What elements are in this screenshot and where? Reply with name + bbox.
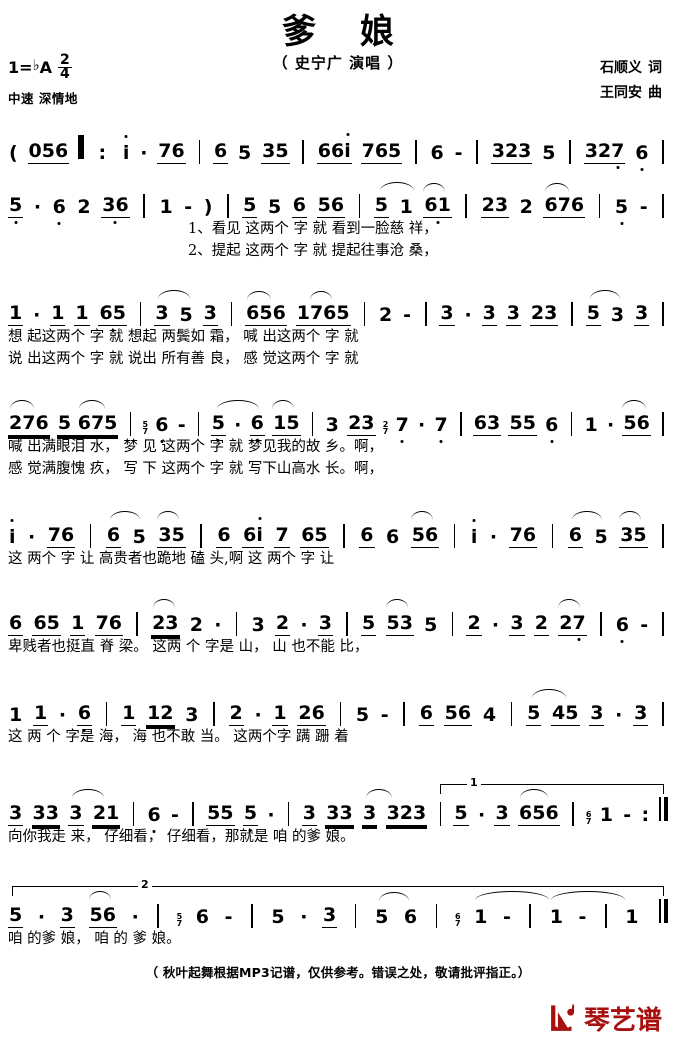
grace-mark-6-7-b: 67 (454, 912, 461, 929)
lyric-line: 感 觉满腹愧 疚， 写 下 这两个 字 就 写下山高水 长。啊， (8, 461, 383, 477)
volta-bracket-1: 1 (440, 776, 664, 794)
staff-2-notes: 5 · 62 36 1-) 5 5 6 56 5 1 61 23 2 676 5- (8, 174, 668, 218)
composer-credit: 王同安曲 (600, 81, 662, 106)
staff-2: 5 · 62 36 1-) 5 5 6 56 5 1 61 23 2 676 5- 1、… (0, 174, 676, 282)
lyric-line: 说 出这两个 字 就 说出 所有善 良， 感 觉这两个 字 就 (8, 351, 359, 367)
music-staves: ( 056 : i · 76 6 5 35 66i 765 6- 323 5 327 … (0, 120, 676, 976)
lyric-line: 2、提起 这两个 字 就 提起往事沧 桑， (188, 243, 438, 259)
staff-2-lyrics-verse-2: 2、提起 这两个 字 就 提起往事沧 桑， (8, 240, 668, 262)
brand-logo[interactable]: 琴艺谱 (546, 1000, 662, 1037)
time-signature: 2 4 (58, 53, 72, 83)
grace-mark-6-7: 67 (585, 810, 592, 827)
composer-role: 曲 (648, 84, 662, 101)
key-letter: A (39, 57, 53, 77)
brand-name: 琴艺谱 (583, 1006, 662, 1036)
lyricist-credit: 石顺义词 (600, 56, 662, 81)
staff-3-lyrics-verse-1: 想 起这两个 字 就 想起 两鬓如 霜， 喊 出这两个 字 就 (8, 326, 668, 348)
key-label: 1= (8, 57, 33, 77)
volta-number: 2 (138, 878, 152, 891)
lyric-line: 卑贱者也挺直 脊 梁。 这两 个 字是 山， 山 也不能 比， (8, 639, 369, 655)
lyric-line: 这 两个 字 让 高贵者也跪地 磕 头,啊 这 两个 字 让 (8, 551, 335, 567)
repeat-start-icon (78, 135, 87, 164)
grace-mark-5-7-b: 57 (176, 912, 183, 929)
lyric-line: 喊 出满眼泪 水， 梦 见 这两个 字 就 梦见我的故 乡。啊， (8, 439, 383, 455)
staff-3: 1 · 1 1 65 3 53 656 1765 2- 3 · 3 3 23 5 33 想 … (0, 282, 676, 392)
qinyipu-mark-icon (551, 1004, 575, 1031)
lyric-line: 咱 的爹 娘， 咱 的 爹 娘。 (8, 931, 181, 947)
sheet-header: 爹 娘 （ 史宁广 演唱 ） 1= ♭ A 2 4 中速 深情地 石顺义词 王同… (0, 0, 676, 120)
staff-5-notes: i · 76 6 5 35 6 6i 7 65 66 56 i · 76 6 5 35 (8, 504, 668, 548)
staff-1-notes: ( 056 : i · 76 6 5 35 66i 765 6- 323 5 327 … (8, 120, 668, 164)
volta-number: 1 (467, 776, 481, 789)
lyricist-role: 词 (648, 60, 662, 76)
grace-mark-2-7: 27 (382, 420, 389, 437)
staff-5-lyrics-verse-1: 这 两个 字 让 高贵者也跪地 磕 头,啊 这 两个 字 让 (8, 548, 668, 570)
key-signature: 1= ♭ A 2 4 (8, 53, 78, 83)
staff-3-notes: 1 · 1 1 65 3 53 656 1765 2- 3 · 3 3 23 5 33 (8, 282, 668, 326)
staff-6: 6 65 1 76 23 2 · 3 2 · 3 5 53 5 2 · 3 2 27 6- 卑贱… (0, 592, 676, 682)
staff-6-lyrics-verse-1: 卑贱者也挺直 脊 梁。 这两 个 字是 山， 山 也不能 比， (8, 636, 668, 658)
staff-4-notes: 276 5 675 576- 5 · 6 15 3 23 2 7 7 · 7 63 55 … (8, 392, 668, 436)
staff-4-lyrics-verse-1: 喊 出满眼泪 水， 梦 见 这两个 字 就 梦见我的故 乡。啊， (8, 436, 668, 458)
staff-7-notes: 1 1 · 6 1 12 3 2 · 1 26 5- 6 56 4 5 45 3 · 3 (8, 682, 668, 726)
time-signature-denominator: 4 (60, 66, 70, 83)
staff-8-lyrics-verse-1: 向你我走 来， 仔细看， 仔细看，那就是 咱 的爹 娘。 (8, 826, 668, 848)
staff-5: i · 76 6 5 35 6 6i 7 65 66 56 i · 76 6 5 35 这… (0, 504, 676, 592)
staff-6-notes: 6 65 1 76 23 2 · 3 2 · 3 5 53 5 2 · 3 2 27 6- (8, 592, 668, 636)
page-title: 爹 娘 (282, 12, 410, 52)
lyric-line: 这 两 个 字是 海， 海 也不敢 当。 这两个字 蹒 跚 着 (8, 729, 349, 745)
flat-icon: ♭ (32, 56, 40, 75)
staff-1: ( 056 : i · 76 6 5 35 66i 765 6- 323 5 327 … (0, 120, 676, 174)
tempo-marking: 中速 深情地 (8, 90, 78, 106)
staff-4-lyrics-verse-2: 感 觉满腹愧 疚， 写 下 这两个 字 就 写下山高水 长。啊， (8, 458, 668, 480)
staff-7-lyrics-verse-1: 这 两 个 字是 海， 海 也不敢 当。 这两个字 蹒 跚 着 (8, 726, 668, 748)
staff-2-lyrics-verse-1: 1、看见 这两个 字 就 看到一脸慈 祥， (8, 218, 668, 240)
staff-4: 276 5 675 576- 5 · 6 15 3 23 2 7 7 · 7 63 55 … (0, 392, 676, 504)
author-credits: 石顺义词 王同安曲 (600, 56, 662, 105)
staff-7: 1 1 · 6 1 12 3 2 · 1 26 5- 6 56 4 5 45 3 · 3 这 两 个… (0, 682, 676, 772)
lyricist-name: 石顺义 (600, 60, 642, 76)
lyric-line: 想 起这两个 字 就 想起 两鬓如 霜， 喊 出这两个 字 就 (8, 329, 359, 345)
staff-9-lyrics-verse-1: 咱 的爹 娘， 咱 的 爹 娘。 (8, 928, 668, 950)
grace-mark-5-7: 57 (142, 420, 149, 437)
singer-credit: （ 史宁广 演唱 ） (272, 54, 404, 72)
staff-8: 1 3 33 3 21 6- 55 5 · 3 33 3 323 5 · 3 656 67… (0, 776, 676, 874)
final-barline-icon (659, 899, 668, 928)
lyric-line: 向你我走 来， 仔细看， 仔细看，那就是 咱 的爹 娘。 (8, 829, 355, 845)
lyric-line: 1、看见 这两个 字 就 看到一脸慈 祥， (188, 221, 438, 237)
repeat-end-icon (659, 797, 668, 826)
transcription-note: （ 秋叶起舞根据MP3记谱，仅供参考。错误之处，敬请批评指正。） (145, 965, 531, 980)
staff-3-lyrics-verse-2: 说 出这两个 字 就 说出 所有善 良， 感 觉这两个 字 就 (8, 348, 668, 370)
composer-name: 王同安 (600, 84, 642, 101)
key-and-tempo-block: 1= ♭ A 2 4 中速 深情地 (8, 53, 78, 107)
